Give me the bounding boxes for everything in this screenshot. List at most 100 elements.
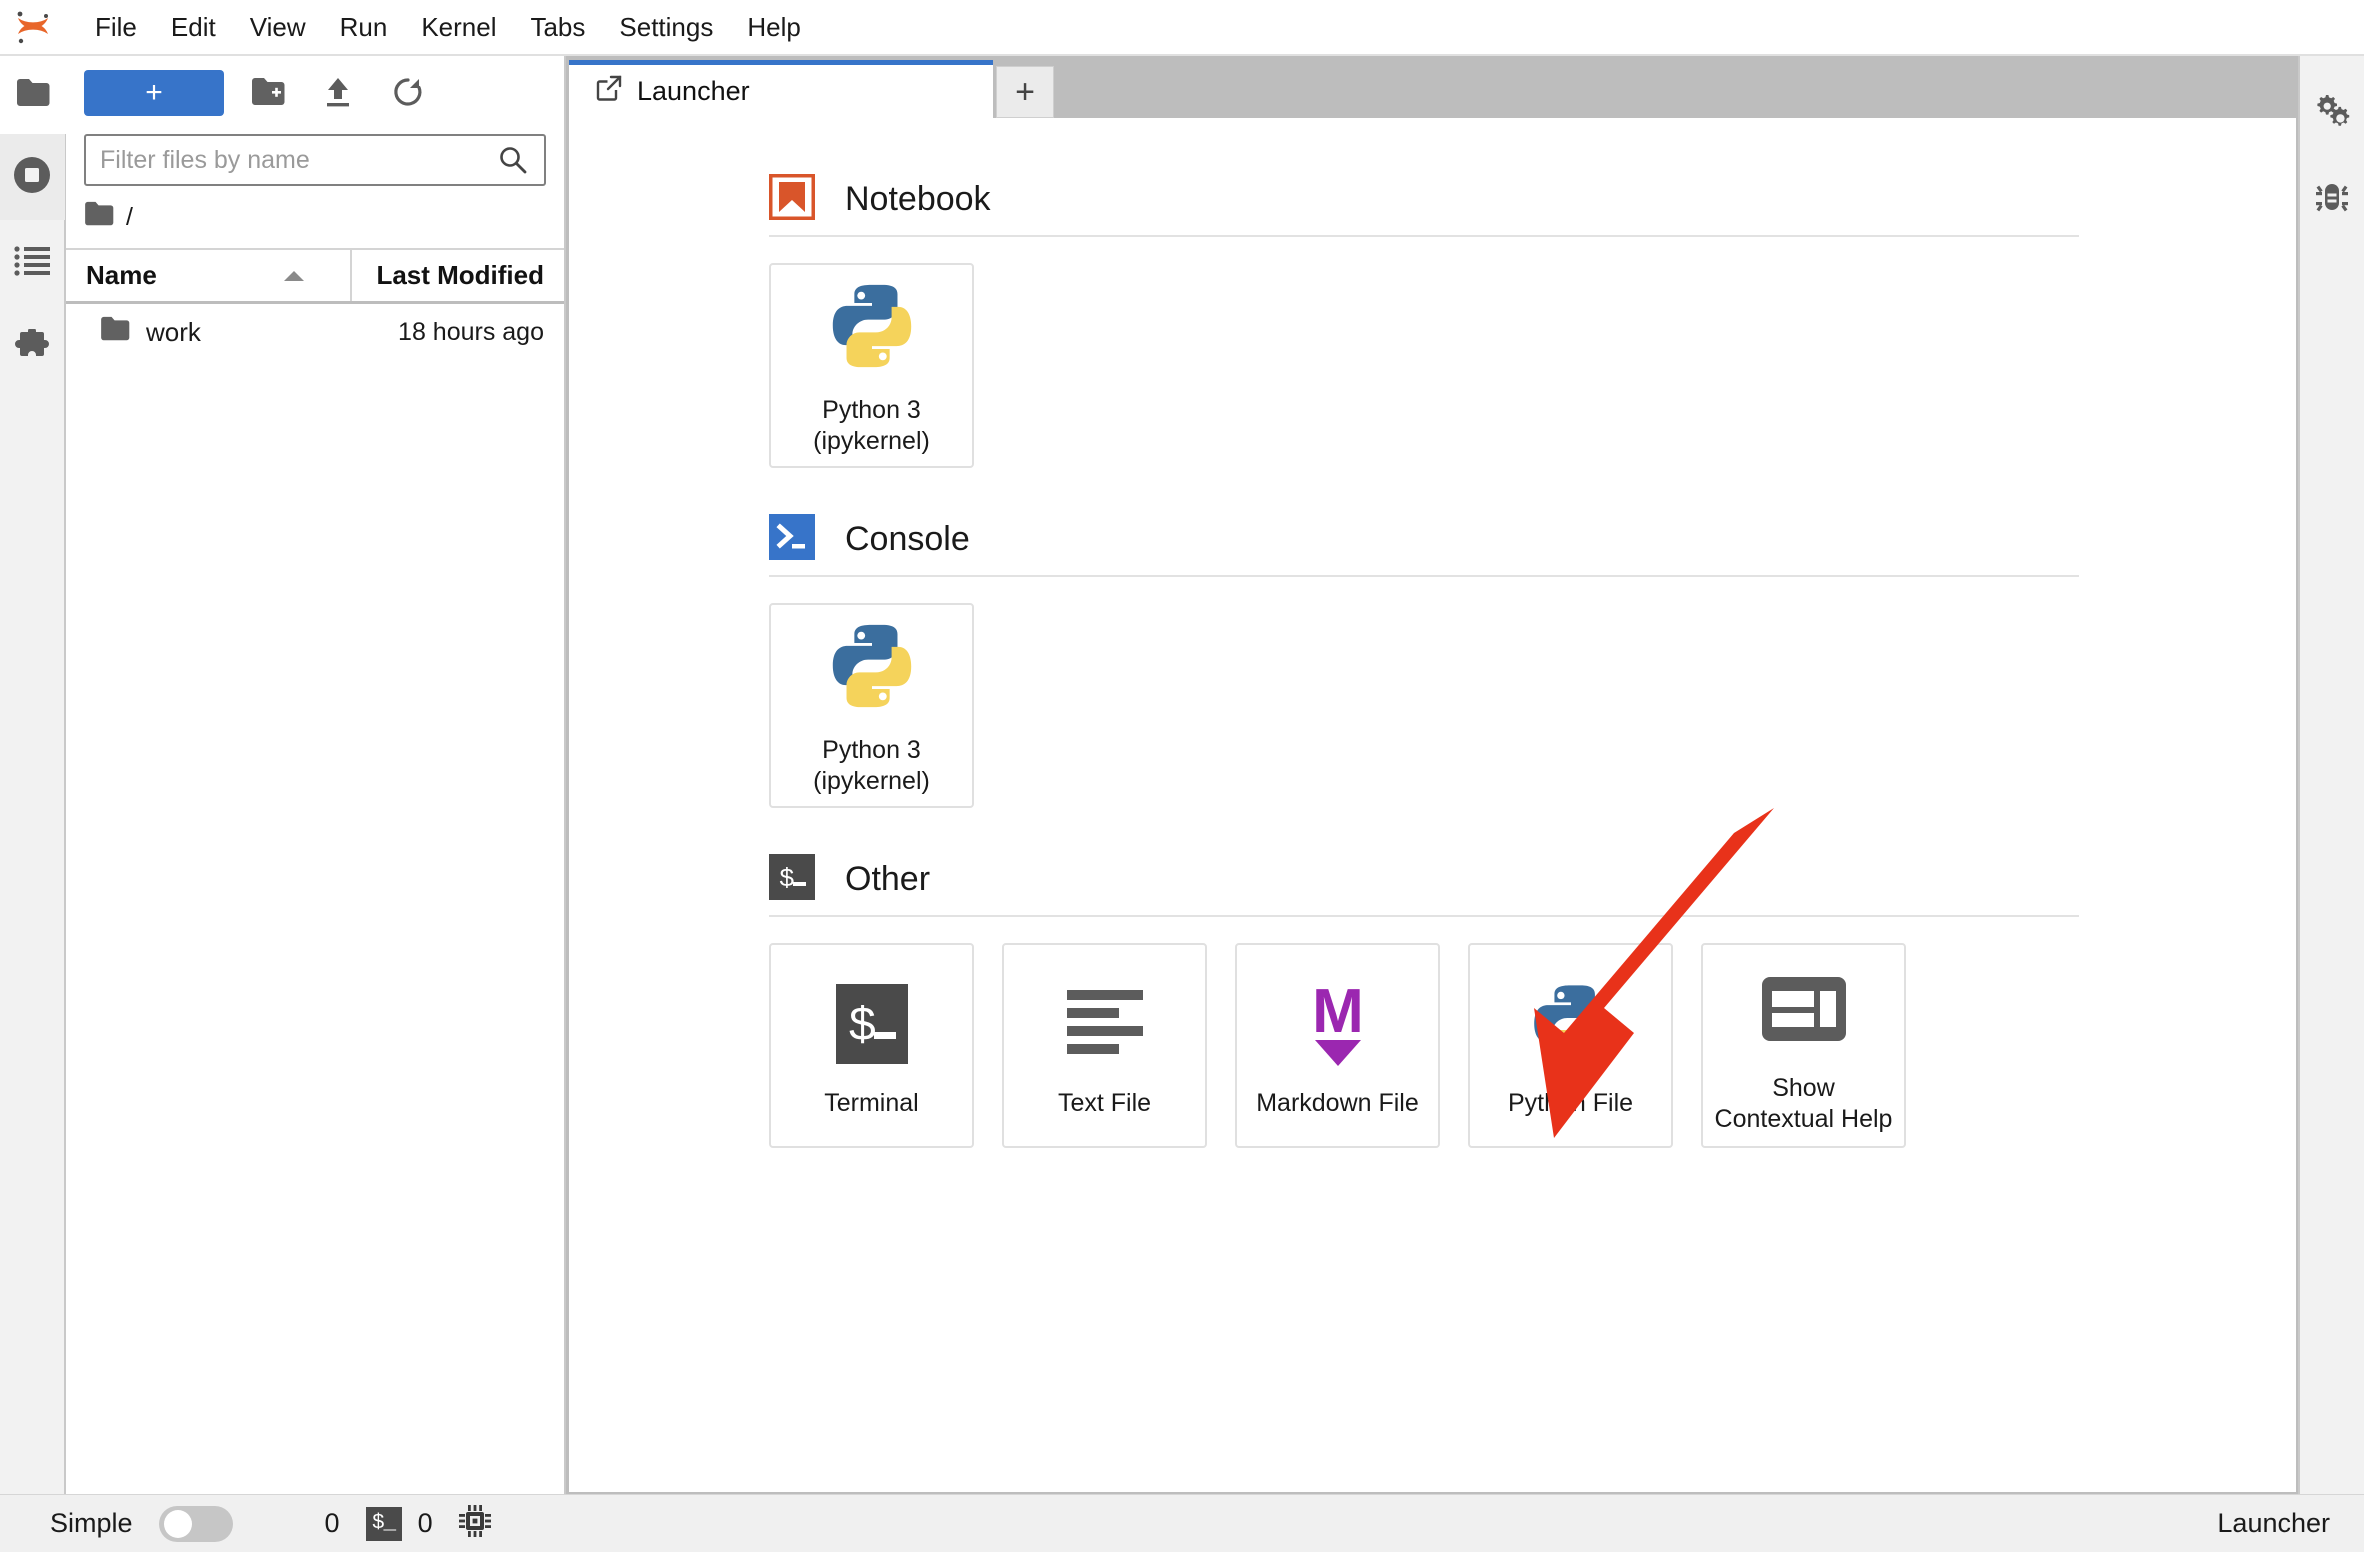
launcher-card-label: Python 3 (ipykernel) (813, 395, 930, 456)
file-name: work (146, 316, 201, 347)
tab-launcher[interactable]: Launcher (569, 60, 993, 118)
file-list: work 18 hours ago (66, 304, 564, 1494)
section-divider (769, 915, 2079, 917)
launcher-card-markdown-file[interactable]: M Markdown File (1235, 943, 1440, 1148)
bug-icon (2313, 178, 2351, 221)
file-browser-toolbar: + (66, 56, 564, 130)
svg-text:$: $ (779, 864, 795, 894)
list-item[interactable]: work 18 hours ago (66, 304, 564, 360)
refresh-button[interactable] (382, 69, 434, 117)
main-area: + Filter files by name / Name Last Modif… (0, 56, 2364, 1494)
launcher-card-label: Show Contextual Help (1715, 1073, 1893, 1134)
sidebar-item-property-inspector[interactable] (2299, 70, 2364, 156)
terminal-dollar-icon: $_ (365, 1506, 402, 1541)
sidebar-item-running[interactable] (0, 134, 65, 220)
notebook-bookmark-icon (768, 173, 816, 225)
sidebar-item-debugger[interactable] (2299, 156, 2364, 242)
sidebar-item-file-browser[interactable] (0, 56, 66, 134)
simple-mode-label: Simple (50, 1508, 133, 1538)
jupyter-logo-icon (10, 4, 56, 50)
terminal-sessions-status[interactable]: $_ 0 (365, 1506, 433, 1541)
contextual-help-icon (1758, 957, 1850, 1061)
status-bar: Simple 0 $_ 0 Launcher (0, 1494, 2364, 1552)
launcher-card-notebook-python3[interactable]: Python 3 (ipykernel) (769, 263, 974, 468)
svg-text:$: $ (848, 1001, 877, 1055)
column-header-last-modified[interactable]: Last Modified (352, 250, 564, 301)
section-divider (769, 235, 2079, 237)
menu-file[interactable]: File (78, 6, 154, 49)
terminal-count: 0 (417, 1508, 433, 1538)
markdown-m-icon: M (1295, 972, 1381, 1076)
tab-bar: Launcher + (566, 56, 2298, 118)
resource-usage-status[interactable] (458, 1505, 491, 1542)
launcher-section-other-header: $ Other (769, 854, 2296, 905)
kernel-count: 0 (324, 1508, 340, 1538)
toggle-knob (163, 1509, 192, 1538)
new-launcher-button[interactable]: + (84, 70, 224, 116)
folder-icon (84, 201, 114, 234)
new-tab-button[interactable]: + (996, 66, 1054, 118)
kernel-sessions-status[interactable]: 0 (325, 1508, 340, 1539)
file-browser-panel: + Filter files by name / Name Last Modif… (66, 56, 566, 1494)
search-input[interactable] (86, 145, 498, 175)
python-logo-icon (823, 275, 921, 377)
card-label-line2: Contextual Help (1714, 1104, 1893, 1133)
section-divider (769, 575, 2079, 577)
column-header-name-label: Name (86, 260, 157, 290)
launcher-pane: Notebook Python 3 (ipykernel) Console Py… (569, 118, 2296, 1492)
menu-help[interactable]: Help (730, 6, 817, 49)
python-logo-icon (823, 615, 921, 717)
launcher-section-title: Console (845, 520, 970, 558)
puzzle-piece-icon (14, 326, 50, 370)
card-label-line1: Python 3 (822, 396, 921, 424)
search-icon[interactable] (498, 145, 544, 175)
menu-run[interactable]: Run (323, 6, 405, 49)
launcher-cards-console: Python 3 (ipykernel) (769, 603, 2296, 808)
file-list-header: Name Last Modified (66, 248, 564, 304)
left-activity-bar (0, 56, 66, 1494)
menu-kernel[interactable]: Kernel (404, 6, 513, 49)
menu-view[interactable]: View (233, 6, 323, 49)
text-lines-icon (1059, 972, 1151, 1076)
breadcrumb-path: / (126, 202, 133, 231)
file-filter-container (66, 130, 564, 186)
svg-text:M: M (1312, 978, 1364, 1046)
launcher-card-console-python3[interactable]: Python 3 (ipykernel) (769, 603, 974, 808)
card-label-line1: Show (1772, 1074, 1835, 1102)
launcher-card-label: Terminal (824, 1089, 919, 1118)
status-bar-current-view: Launcher (2217, 1508, 2330, 1538)
sidebar-item-table-of-contents[interactable] (0, 220, 65, 306)
sidebar-item-extension-manager[interactable] (0, 306, 65, 392)
launcher-card-python-file[interactable]: Python File (1468, 943, 1673, 1148)
simple-mode-toggle[interactable] (158, 1505, 233, 1542)
file-filter[interactable] (84, 134, 546, 186)
menu-settings[interactable]: Settings (602, 6, 730, 49)
launcher-cards-other: $ Terminal Text File M Markdown File Pyt… (769, 943, 2296, 1148)
new-folder-button[interactable] (242, 69, 294, 117)
dock-panel: Launcher + Notebook Python 3 (ipykernel)… (566, 56, 2298, 1494)
upload-icon (323, 76, 353, 111)
launcher-section-title: Notebook (845, 180, 991, 218)
card-label-line2: (ipykernel) (813, 766, 930, 795)
launcher-card-terminal[interactable]: $ Terminal (769, 943, 974, 1148)
menu-tabs[interactable]: Tabs (513, 6, 602, 49)
upload-button[interactable] (312, 69, 364, 117)
launcher-cards-notebook: Python 3 (ipykernel) (769, 263, 2296, 468)
column-header-name[interactable]: Name (66, 250, 352, 301)
gears-icon (2312, 91, 2352, 136)
folder-icon (16, 78, 50, 113)
launcher-card-label: Python File (1507, 1089, 1634, 1118)
launcher-card-show-contextual-help[interactable]: Show Contextual Help (1701, 943, 1906, 1148)
file-last-modified: 18 hours ago (398, 317, 544, 346)
launcher-section-title: Other (845, 860, 931, 898)
breadcrumb[interactable]: / (66, 186, 564, 248)
folder-icon (100, 316, 130, 349)
menu-edit[interactable]: Edit (154, 6, 233, 49)
jupyterlab-window: File Edit View Run Kernel Tabs Settings … (0, 0, 2364, 1552)
card-label-line2: (ipykernel) (813, 426, 930, 455)
launcher-icon (595, 74, 623, 109)
launcher-card-text-file[interactable]: Text File (1002, 943, 1207, 1148)
launcher-card-label: Markdown File (1256, 1089, 1419, 1118)
column-header-last-modified-label: Last Modified (376, 260, 544, 290)
menu-bar: File Edit View Run Kernel Tabs Settings … (0, 0, 2364, 56)
